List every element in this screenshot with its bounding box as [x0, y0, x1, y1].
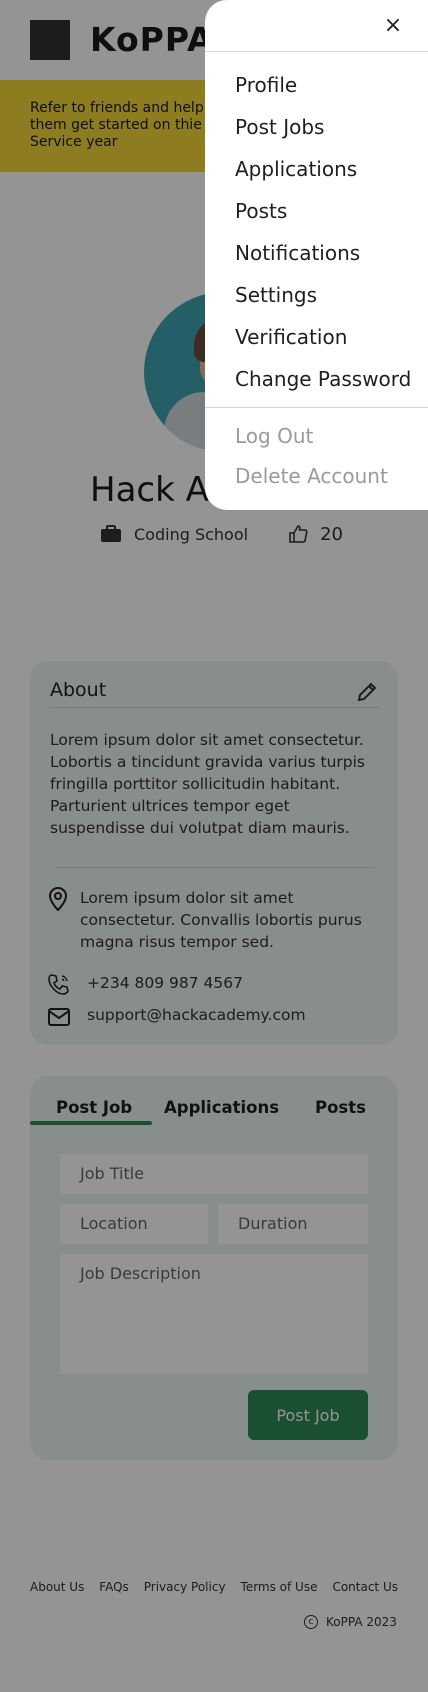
menu-divider-top	[205, 51, 428, 52]
menu-item-post-jobs[interactable]: Post Jobs	[235, 115, 324, 139]
menu-item-posts[interactable]: Posts	[235, 199, 287, 223]
close-icon[interactable]: ×	[381, 14, 405, 38]
menu-divider-mid	[205, 407, 428, 408]
menu-item-profile[interactable]: Profile	[235, 73, 297, 97]
menu-item-delete-account[interactable]: Delete Account	[235, 464, 388, 488]
account-menu: × Profile Post Jobs Applications Posts N…	[205, 0, 428, 510]
menu-item-notifications[interactable]: Notifications	[235, 241, 360, 265]
menu-item-change-password[interactable]: Change Password	[235, 367, 411, 391]
menu-item-applications[interactable]: Applications	[235, 157, 357, 181]
menu-item-verification[interactable]: Verification	[235, 325, 347, 349]
menu-item-log-out[interactable]: Log Out	[235, 424, 313, 448]
menu-item-settings[interactable]: Settings	[235, 283, 317, 307]
